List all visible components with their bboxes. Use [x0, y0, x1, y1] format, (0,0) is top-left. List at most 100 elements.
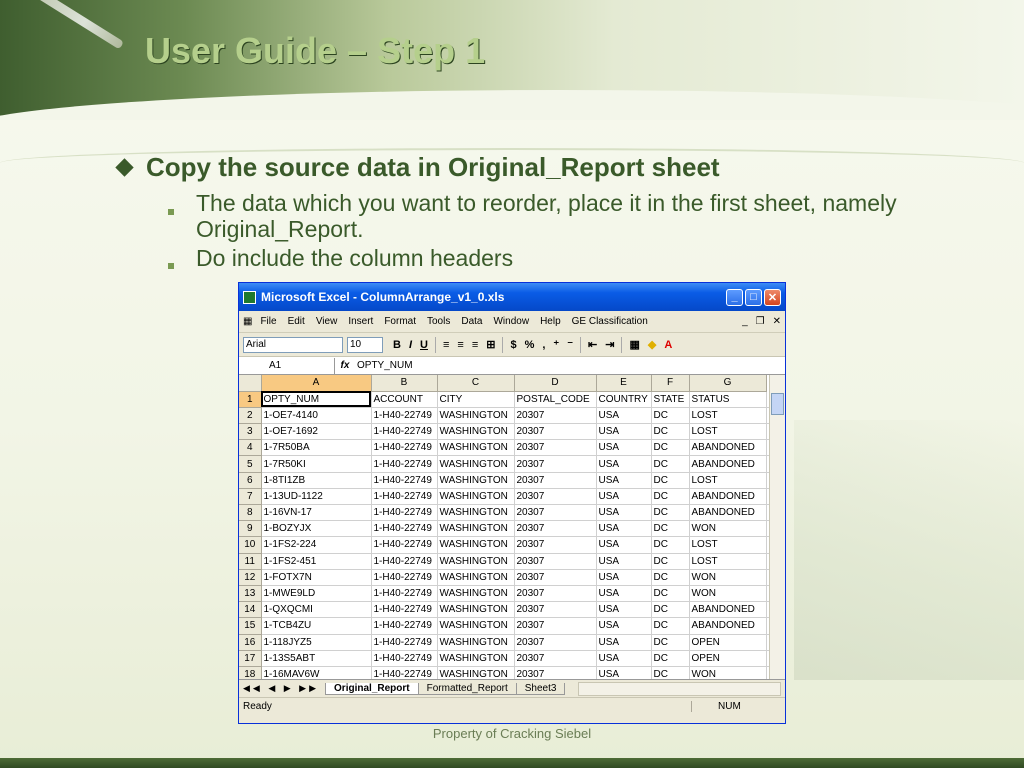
cell[interactable]: 1-H40-22749: [371, 439, 438, 457]
cell[interactable]: WASHINGTON: [437, 472, 515, 489]
cell[interactable]: DC: [651, 666, 690, 679]
cell[interactable]: USA: [596, 455, 652, 473]
cell[interactable]: DC: [651, 455, 690, 473]
cell[interactable]: 1-H40-22749: [371, 634, 438, 651]
tab-original-report[interactable]: Original_Report: [325, 682, 419, 695]
cell[interactable]: 20307: [514, 520, 597, 538]
minimize-button[interactable]: _: [726, 288, 743, 306]
menu-window[interactable]: Window: [493, 316, 529, 327]
cell[interactable]: STATUS: [689, 391, 767, 408]
comma-style-icon[interactable]: ,: [542, 339, 545, 351]
column-header[interactable]: G: [689, 375, 767, 392]
doc-close-icon[interactable]: ✕: [773, 316, 781, 327]
cell[interactable]: WASHINGTON: [437, 553, 515, 570]
cell[interactable]: 1-7R50BA: [261, 439, 372, 457]
cell[interactable]: 1-FOTX7N: [261, 569, 372, 586]
cell[interactable]: 1-H40-22749: [371, 601, 438, 619]
cell[interactable]: 1-H40-22749: [371, 472, 438, 489]
column-header[interactable]: C: [437, 375, 515, 392]
cell[interactable]: 1-13S5ABT: [261, 650, 372, 667]
cell[interactable]: DC: [651, 423, 690, 441]
increase-decimal-icon[interactable]: ⁺: [553, 338, 559, 351]
cell[interactable]: DC: [651, 553, 690, 570]
cell[interactable]: 1-H40-22749: [371, 488, 438, 506]
decrease-decimal-icon[interactable]: ⁻: [567, 338, 573, 351]
select-all-corner[interactable]: [239, 375, 262, 392]
cell[interactable]: WASHINGTON: [437, 520, 515, 538]
cell[interactable]: 1-16VN-17: [261, 504, 372, 522]
cell[interactable]: USA: [596, 423, 652, 441]
cell[interactable]: 1-8TI1ZB: [261, 472, 372, 489]
cell[interactable]: 1-OE7-1692: [261, 423, 372, 441]
cell[interactable]: WASHINGTON: [437, 634, 515, 651]
cell[interactable]: 20307: [514, 553, 597, 570]
cell[interactable]: WASHINGTON: [437, 536, 515, 554]
row-header[interactable]: 9: [239, 520, 262, 538]
cell[interactable]: LOST: [689, 407, 767, 425]
cell[interactable]: WASHINGTON: [437, 488, 515, 506]
cell[interactable]: 1-H40-22749: [371, 504, 438, 522]
cell[interactable]: WASHINGTON: [437, 617, 515, 635]
cell[interactable]: COUNTRY: [596, 391, 652, 408]
cell[interactable]: 20307: [514, 472, 597, 489]
cell[interactable]: WON: [689, 585, 767, 603]
cell[interactable]: 20307: [514, 488, 597, 506]
cell[interactable]: ABANDONED: [689, 439, 767, 457]
row-header[interactable]: 10: [239, 536, 262, 554]
doc-minimize-icon[interactable]: _: [742, 316, 748, 327]
cell[interactable]: USA: [596, 439, 652, 457]
cell[interactable]: DC: [651, 407, 690, 425]
cell[interactable]: OPTY_NUM: [261, 391, 372, 408]
cell[interactable]: 1-H40-22749: [371, 569, 438, 586]
cell[interactable]: WASHINGTON: [437, 407, 515, 425]
cell[interactable]: 1-H40-22749: [371, 553, 438, 570]
bold-icon[interactable]: B: [393, 339, 401, 351]
cell[interactable]: USA: [596, 585, 652, 603]
cell[interactable]: 20307: [514, 455, 597, 473]
tab-sheet3[interactable]: Sheet3: [515, 682, 566, 695]
cell[interactable]: DC: [651, 634, 690, 651]
scroll-thumb[interactable]: [771, 393, 784, 415]
cell[interactable]: WON: [689, 666, 767, 679]
cell[interactable]: ABANDONED: [689, 617, 767, 635]
cell[interactable]: 1-BOZYJX: [261, 520, 372, 538]
tab-scroll-icon[interactable]: ◀◀ ◀ ▶ ▶▶: [243, 683, 319, 694]
vertical-scrollbar[interactable]: [769, 375, 785, 679]
row-header[interactable]: 2: [239, 407, 262, 425]
formula-input[interactable]: OPTY_NUM: [355, 360, 413, 371]
cell[interactable]: USA: [596, 666, 652, 679]
cell[interactable]: 20307: [514, 650, 597, 667]
horizontal-scrollbar[interactable]: [578, 681, 781, 696]
cell[interactable]: WASHINGTON: [437, 439, 515, 457]
cell[interactable]: 1-7R50KI: [261, 455, 372, 473]
name-box[interactable]: A1: [239, 357, 335, 374]
column-header[interactable]: B: [371, 375, 438, 392]
cell[interactable]: 1-1FS2-451: [261, 553, 372, 570]
menu-ge-classification[interactable]: GE Classification: [572, 316, 648, 327]
cell[interactable]: 1-H40-22749: [371, 666, 438, 679]
row-header[interactable]: 16: [239, 634, 262, 651]
cell[interactable]: DC: [651, 439, 690, 457]
align-right-icon[interactable]: ≡: [472, 339, 478, 351]
cell[interactable]: WASHINGTON: [437, 423, 515, 441]
cell[interactable]: 20307: [514, 617, 597, 635]
cell[interactable]: DC: [651, 488, 690, 506]
cell[interactable]: WON: [689, 569, 767, 586]
cell[interactable]: 20307: [514, 407, 597, 425]
cell[interactable]: 20307: [514, 423, 597, 441]
row-header[interactable]: 11: [239, 553, 262, 570]
cell[interactable]: POSTAL_CODE: [514, 391, 597, 408]
cell[interactable]: 1-H40-22749: [371, 520, 438, 538]
cell[interactable]: 20307: [514, 601, 597, 619]
cell[interactable]: USA: [596, 536, 652, 554]
align-center-icon[interactable]: ≡: [457, 339, 463, 351]
cell[interactable]: 1-MWE9LD: [261, 585, 372, 603]
cell[interactable]: ABANDONED: [689, 455, 767, 473]
cell[interactable]: USA: [596, 472, 652, 489]
font-size-select[interactable]: 10: [347, 336, 383, 353]
cell[interactable]: DC: [651, 585, 690, 603]
tab-formatted-report[interactable]: Formatted_Report: [417, 682, 517, 695]
column-header[interactable]: A: [261, 375, 372, 392]
font-name-select[interactable]: Arial: [243, 336, 343, 353]
row-header[interactable]: 1: [239, 391, 262, 408]
